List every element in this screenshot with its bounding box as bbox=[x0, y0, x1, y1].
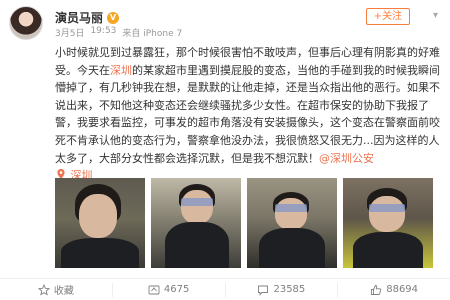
post-text-part2: 的某家超市里遇到摸屁股的变态，当他的手碰到我的时候我瞬间懵掉了，有几秒钟我在想，… bbox=[55, 63, 440, 165]
post-time: 19:53 bbox=[90, 26, 117, 36]
mention-link[interactable]: @深圳公安 bbox=[319, 152, 374, 165]
photo-grid bbox=[55, 178, 433, 268]
post-source: 来自 iPhone 7 bbox=[122, 29, 183, 39]
photo-1[interactable] bbox=[55, 178, 145, 268]
photo-3[interactable] bbox=[247, 178, 337, 268]
favorite-button[interactable]: 收藏 bbox=[0, 282, 113, 297]
photo-2[interactable] bbox=[151, 178, 241, 268]
repost-count: 4675 bbox=[163, 284, 190, 295]
post-date: 3月5日 bbox=[55, 29, 85, 39]
thumbs-up-icon bbox=[371, 284, 382, 295]
post-meta: 3月5日 19:53 来自 iPhone 7 bbox=[55, 26, 182, 39]
photo-4[interactable] bbox=[343, 178, 433, 268]
follow-button[interactable]: +关注 bbox=[365, 8, 410, 25]
comment-count: 23585 bbox=[273, 284, 306, 295]
topic-link-shenzhen[interactable]: 深圳 bbox=[110, 64, 132, 77]
star-icon bbox=[37, 283, 50, 296]
action-bar: 收藏 4675 23585 88694 bbox=[0, 278, 450, 300]
post-content: 小时候就见到过暴露狂，那个时候很害怕不敢吱声，但事后心理有阴影真的好难受。今天在… bbox=[55, 44, 440, 185]
vip-badge-icon: V bbox=[107, 11, 120, 24]
username[interactable]: 演员马丽 bbox=[55, 9, 103, 26]
like-button[interactable]: 88694 bbox=[338, 283, 450, 297]
repost-button[interactable]: 4675 bbox=[113, 282, 226, 297]
avatar[interactable] bbox=[9, 6, 43, 40]
repost-icon bbox=[148, 285, 160, 294]
comment-button[interactable]: 23585 bbox=[226, 282, 339, 297]
favorite-label: 收藏 bbox=[53, 286, 74, 297]
chevron-down-icon[interactable]: ▾ bbox=[433, 10, 438, 21]
comment-icon bbox=[258, 285, 269, 296]
like-count: 88694 bbox=[386, 284, 419, 295]
